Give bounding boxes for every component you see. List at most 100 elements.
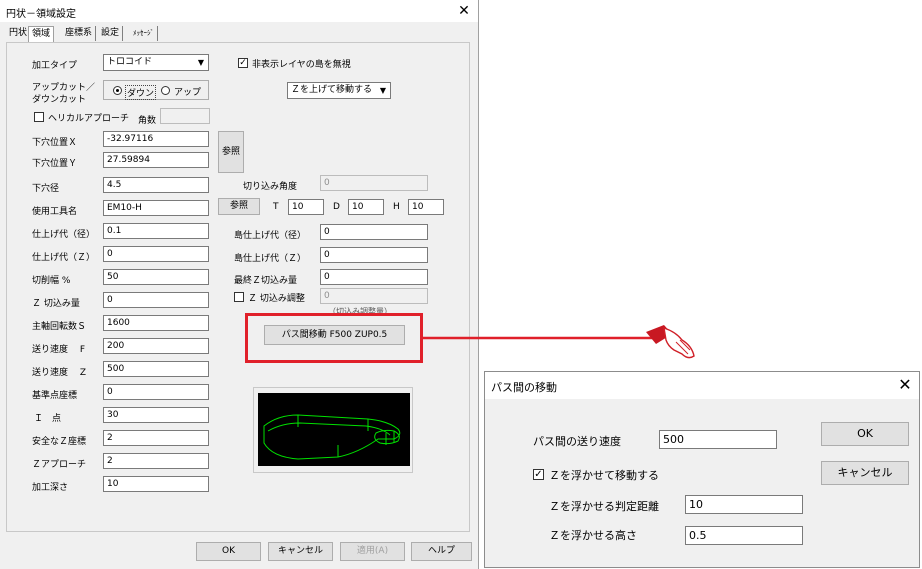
main-window: 円状－領域設定 ✕ 円状 領域 座標系 設定 ﾒｯｾｰｼﾞ 加工タイプ トロコイ… [0, 0, 479, 569]
tab-region[interactable]: 領域 [28, 26, 55, 43]
pointing-hand-icon [646, 325, 695, 359]
finish-z-label: 仕上げ代（Ｚ） [32, 253, 96, 263]
depth-label: 加工深さ [32, 483, 69, 493]
judge-distance-input[interactable]: 10 [685, 495, 803, 514]
lower-hole-x-label: 下穴位置Ｘ [32, 138, 78, 148]
z-move-select[interactable]: Ｚを上げて移動する ▼ [287, 82, 391, 99]
dialog-title-bar: パス間の移動 ✕ [485, 372, 919, 399]
float-height-input[interactable]: 0.5 [685, 526, 803, 545]
ok-button[interactable]: OK [196, 542, 261, 561]
dialog-ok-button[interactable]: OK [821, 422, 909, 446]
d-label: D [333, 202, 340, 212]
depth-input[interactable]: 10 [103, 476, 209, 492]
lower-hole-y-label: 下穴位置Ｙ [32, 159, 78, 169]
cut-width-input[interactable]: 50 [103, 269, 209, 285]
safe-z-label: 安全なＺ座標 [32, 437, 87, 447]
ignore-hidden-label: 非表示レイヤの島を無視 [252, 60, 351, 70]
helical-checkbox[interactable] [34, 112, 44, 122]
z-cut-label: Ｚ 切込み量 [32, 299, 80, 309]
toolpath-preview [258, 393, 410, 466]
path-move-dialog: パス間の移動 ✕ パス間の送り速度 500 OK キャンセル ✓ Ｚを浮かせて移… [484, 371, 920, 568]
tool-name-input[interactable]: EM10-H [103, 200, 209, 216]
z-cut-input[interactable]: 0 [103, 292, 209, 308]
apply-button[interactable]: 適用(A) [340, 542, 405, 561]
feed-z-label: 送り速度 Z [32, 368, 87, 378]
spindle-label: 主軸回転数Ｓ [32, 322, 87, 332]
cut-angle-label: 切り込み角度 [243, 182, 298, 192]
angle-count-label: 角数 [138, 116, 157, 126]
h-label: H [393, 202, 400, 212]
i-point-input[interactable]: 30 [103, 407, 209, 423]
z-move-value: Ｚを上げて移動する [291, 85, 373, 95]
callout-connector [423, 325, 695, 359]
ref-button-hole[interactable]: 参照 [218, 131, 244, 173]
tab-settings[interactable]: 設定 [98, 26, 124, 41]
float-checkbox[interactable]: ✓ [533, 469, 544, 480]
finish-dia-input[interactable]: 0.1 [103, 223, 209, 239]
feed-label: パス間の送り速度 [533, 435, 621, 448]
process-type-value: トロコイド [107, 57, 153, 67]
final-z-cut-input[interactable]: 0 [320, 269, 428, 285]
safe-z-input[interactable]: 2 [103, 430, 209, 446]
z-cut-adjust-label: Ｚ 切込み調整 [248, 294, 305, 304]
tool-name-label: 使用工具名 [32, 207, 78, 217]
tab-coords[interactable]: 座標系 [62, 26, 97, 41]
h-input[interactable]: 10 [408, 199, 444, 215]
dialog-title: パス間の移動 [491, 381, 557, 394]
island-finish-z-label: 島仕上げ代（Ｚ） [234, 254, 307, 264]
finish-dia-label: 仕上げ代（径） [32, 230, 96, 240]
final-z-cut-label: 最終Ｚ切込み量 [234, 276, 298, 286]
radio-down-label: ダウン [125, 85, 157, 100]
base-point-input[interactable]: 0 [103, 384, 209, 400]
z-approach-label: Ｚアプローチ [32, 460, 87, 470]
dialog-cancel-button[interactable]: キャンセル [821, 461, 909, 485]
judge-distance-label: Ｚを浮かせる判定距離 [549, 500, 659, 513]
process-type-select[interactable]: トロコイド ▼ [103, 54, 209, 71]
cut-angle-input[interactable]: 0 [320, 175, 428, 191]
ref-button-tool[interactable]: 参照 [218, 198, 260, 215]
d-input[interactable]: 10 [348, 199, 384, 215]
finish-z-input[interactable]: 0 [103, 246, 209, 262]
preview-background [258, 393, 410, 466]
i-point-label: Ｉ 点 [34, 414, 62, 424]
z-approach-input[interactable]: 2 [103, 453, 209, 469]
chevron-down-icon: ▼ [197, 58, 205, 67]
tab-message[interactable]: ﾒｯｾｰｼﾞ [130, 26, 158, 41]
t-label: T [273, 202, 279, 212]
z-cut-adjust-checkbox[interactable] [234, 292, 244, 302]
chevron-down-icon: ▼ [379, 86, 387, 95]
t-input[interactable]: 10 [288, 199, 324, 215]
up-down-cut-label: アップカット／ ダウンカット [32, 83, 96, 105]
island-finish-z-input[interactable]: 0 [320, 247, 428, 263]
window-title: 円状－領域設定 [6, 9, 76, 20]
helical-label: ヘリカルアプローチ [48, 114, 130, 124]
lower-hole-x-input[interactable]: -32.97116 [103, 131, 209, 147]
lower-hole-y-input[interactable]: 27.59894 [103, 152, 209, 168]
cut-width-label: 切削幅 % [32, 276, 71, 286]
base-point-label: 基準点座標 [32, 391, 78, 401]
z-cut-adjust-input[interactable]: 0 [320, 288, 428, 304]
ignore-hidden-checkbox[interactable]: ✓ [238, 58, 248, 68]
island-finish-dia-label: 島仕上げ代（径） [234, 231, 307, 241]
radio-up[interactable] [161, 86, 170, 95]
angle-count-input[interactable] [160, 108, 210, 124]
help-button[interactable]: ヘルプ [411, 542, 472, 561]
title-bar: 円状－領域設定 ✕ [0, 0, 478, 22]
radio-down[interactable] [113, 86, 122, 95]
feed-z-input[interactable]: 500 [103, 361, 209, 377]
feed-f-input[interactable]: 200 [103, 338, 209, 354]
tab-circle[interactable]: 円状 [6, 26, 30, 41]
lower-hole-dia-label: 下穴径 [32, 184, 60, 194]
process-type-label: 加工タイプ [32, 61, 78, 71]
float-label: Ｚを浮かせて移動する [549, 469, 659, 482]
dialog-close-icon[interactable]: ✕ [897, 377, 913, 393]
lower-hole-dia-input[interactable]: 4.5 [103, 177, 209, 193]
cancel-button[interactable]: キャンセル [268, 542, 333, 561]
radio-up-label: アップ [174, 88, 202, 98]
close-icon[interactable]: ✕ [456, 3, 472, 19]
float-height-label: Ｚを浮かせる高さ [549, 529, 637, 542]
highlight-box [245, 313, 423, 363]
island-finish-dia-input[interactable]: 0 [320, 224, 428, 240]
feed-input[interactable]: 500 [659, 430, 777, 449]
spindle-input[interactable]: 1600 [103, 315, 209, 331]
